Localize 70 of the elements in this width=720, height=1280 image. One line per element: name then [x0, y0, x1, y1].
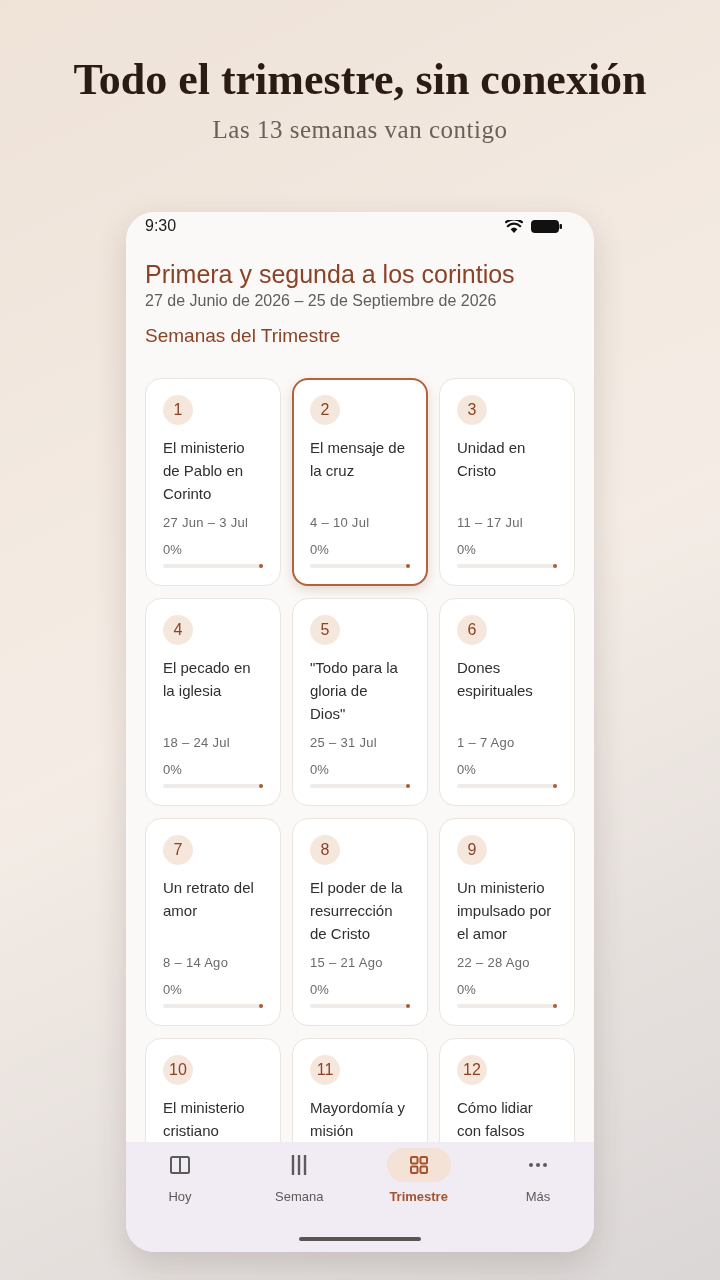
- week-card[interactable]: 10 El ministerio cristiano: [145, 1038, 281, 1142]
- progress-percent: 0%: [457, 761, 477, 779]
- vertical-bars-icon: [291, 1155, 308, 1175]
- battery-icon: [531, 219, 562, 233]
- nav-tab[interactable]: Hoy: [148, 1148, 212, 1205]
- nav-tab[interactable]: Semana: [267, 1148, 332, 1205]
- week-number: 11: [310, 1055, 340, 1085]
- week-number: 4: [163, 615, 193, 645]
- week-card[interactable]: 8 El poder de la resurrección de Cristo 15 – 21 Ago 0%: [292, 818, 428, 1026]
- week-title: Un ministerio impulsado por el amor: [457, 878, 553, 944]
- progress-percent: 0%: [310, 761, 330, 779]
- quarter-dates: 27 de Junio de 2026 – 25 de Septiembre de 2026: [145, 291, 498, 311]
- week-dates: 18 – 24 Jul: [163, 734, 231, 752]
- section-title: Semanas del Trimestre: [145, 324, 342, 348]
- week-dates: 8 – 14 Ago: [163, 954, 230, 972]
- week-title: Unidad en Cristo: [457, 438, 527, 481]
- week-title: Cómo lidiar con falsos: [457, 1098, 534, 1141]
- wifi-icon: [505, 219, 523, 233]
- week-dates: 11 – 17 Jul: [457, 514, 524, 532]
- week-title: Un retrato del amor: [163, 878, 255, 921]
- progress-percent: 0%: [310, 541, 330, 559]
- week-title: "Todo para la gloria de Dios": [310, 658, 399, 724]
- week-card[interactable]: 4 El pecado en la iglesia 18 – 24 Jul 0%: [145, 598, 281, 806]
- week-card[interactable]: 3 Unidad en Cristo 11 – 17 Jul 0%: [439, 378, 575, 586]
- week-dates: 15 – 21 Ago: [310, 954, 384, 972]
- nav-tab[interactable]: Más: [506, 1148, 570, 1205]
- week-card[interactable]: 2 El mensaje de la cruz 4 – 10 Jul 0%: [292, 378, 428, 586]
- week-number: 7: [163, 835, 193, 865]
- progress-percent: 0%: [310, 981, 330, 999]
- week-card[interactable]: 12 Cómo lidiar con falsos: [439, 1038, 575, 1142]
- week-title: Dones espirituales: [457, 658, 534, 701]
- week-title: El ministerio de Pablo en Corinto: [163, 438, 246, 504]
- week-number: 2: [310, 395, 340, 425]
- week-dates: 25 – 31 Jul: [310, 734, 378, 752]
- week-title: El poder de la resurrección de Cristo: [310, 878, 404, 944]
- progress-percent: 0%: [457, 541, 477, 559]
- progress-percent: 0%: [163, 541, 183, 559]
- home-indicator[interactable]: [299, 1237, 421, 1241]
- week-dates: 27 Jun – 3 Jul: [163, 514, 250, 532]
- progress-percent: 0%: [457, 981, 477, 999]
- week-dates: 4 – 10 Jul: [310, 514, 371, 532]
- week-number: 1: [163, 395, 193, 425]
- week-card[interactable]: 9 Un ministerio impulsado por el amor 22 – 28 Ago 0%: [439, 818, 575, 1026]
- week-card[interactable]: 5 "Todo para la gloria de Dios" 25 – 31 Jul 0%: [292, 598, 428, 806]
- week-number: 9: [457, 835, 487, 865]
- progress-percent: 0%: [163, 981, 183, 999]
- week-dates: 22 – 28 Ago: [457, 954, 531, 972]
- status-time: 9:30: [145, 216, 177, 236]
- week-title: Mayordomía y misión: [310, 1098, 406, 1141]
- progress-percent: 0%: [163, 761, 183, 779]
- week-number: 6: [457, 615, 487, 645]
- week-title: El ministerio cristiano: [163, 1098, 246, 1141]
- grid-icon: [409, 1156, 428, 1174]
- headline: Todo el trimestre, sin conexión: [73, 54, 647, 106]
- week-title: El mensaje de la cruz: [310, 438, 406, 481]
- week-number: 3: [457, 395, 487, 425]
- week-title: El pecado en la iglesia: [163, 658, 252, 701]
- week-number: 5: [310, 615, 340, 645]
- week-number: 8: [310, 835, 340, 865]
- quarter-title: Primera y segunda a los corintios: [145, 259, 516, 289]
- subtitle: Las 13 semanas van contigo: [212, 115, 508, 145]
- split-panel-icon: [170, 1156, 190, 1174]
- week-card[interactable]: 7 Un retrato del amor 8 – 14 Ago 0%: [145, 818, 281, 1026]
- week-card[interactable]: 6 Dones espirituales 1 – 7 Ago 0%: [439, 598, 575, 806]
- more-dots-icon: [529, 1163, 547, 1167]
- week-number: 10: [163, 1055, 193, 1085]
- week-card[interactable]: 11 Mayordomía y misión: [292, 1038, 428, 1142]
- week-number: 12: [457, 1055, 487, 1085]
- week-dates: 1 – 7 Ago: [457, 734, 516, 752]
- week-card[interactable]: 1 El ministerio de Pablo en Corinto 27 Jun – 3 Jul 0%: [145, 378, 281, 586]
